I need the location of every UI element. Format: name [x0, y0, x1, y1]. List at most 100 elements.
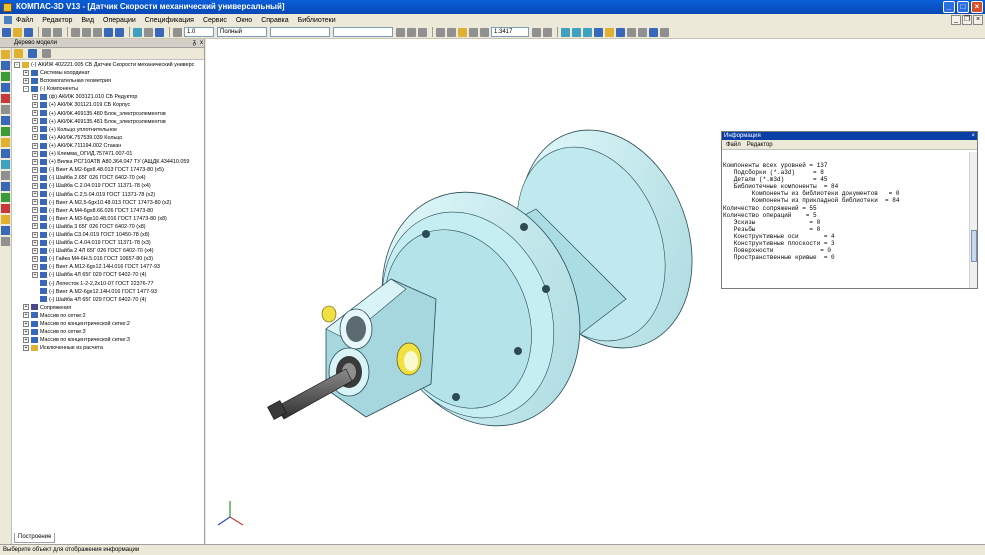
manager-icon[interactable] — [133, 27, 142, 37]
expand-icon[interactable]: + — [32, 182, 38, 189]
display-options-icon[interactable] — [638, 27, 647, 37]
collapse-icon[interactable]: - — [14, 61, 20, 68]
tree-item[interactable]: + Исключенные из расчета — [14, 344, 204, 352]
expand-icon[interactable]: + — [32, 207, 38, 214]
diagnostics-icon[interactable] — [1, 204, 10, 213]
redo-icon[interactable] — [115, 27, 124, 37]
zoom-icon[interactable] — [480, 27, 489, 37]
expand-icon[interactable]: + — [32, 150, 38, 157]
tree-filter-icon[interactable] — [42, 49, 51, 58]
expand-icon[interactable]: + — [32, 239, 38, 246]
info-text[interactable]: Компоненты всех уровней = 137 Подсборки … — [723, 152, 969, 288]
tree-mode-icon[interactable] — [14, 49, 23, 58]
tree-item[interactable]: + Массив по концентрической сетке:3 — [14, 336, 204, 344]
tree-item[interactable]: + (ф) АКИЖ 303121.010 СБ Редуктор — [14, 93, 204, 101]
tree-item[interactable]: + (+) АКИЖ.469135.481 Блок_электроэлемент… — [14, 118, 204, 126]
tree-item[interactable]: + Массив по концентрической сетке:2 — [14, 320, 204, 328]
expand-icon[interactable]: + — [32, 255, 38, 262]
collapse-icon[interactable]: - — [23, 85, 29, 92]
surfaces-icon[interactable] — [1, 105, 10, 114]
parts-icon[interactable] — [1, 83, 10, 92]
sheet-metal-icon[interactable] — [1, 237, 10, 246]
tree-item[interactable]: + (+) АКИЖ.469135.480 Блок_электроэлемент… — [14, 110, 204, 118]
measure-icon[interactable] — [447, 27, 456, 37]
copy-icon[interactable] — [82, 27, 91, 37]
expand-icon[interactable]: + — [32, 215, 38, 222]
ortho-icon[interactable] — [418, 27, 427, 37]
measure-tool-icon[interactable] — [1, 138, 10, 147]
maximize-button[interactable]: □ — [957, 1, 969, 13]
section-icon[interactable] — [627, 27, 636, 37]
tree-item[interactable]: + (-) Винт А.М12-6gx12.14Н.016 ГОСТ 1477-… — [14, 263, 204, 271]
edit-assembly-icon[interactable] — [1, 50, 10, 59]
shaded-edges-icon[interactable] — [605, 27, 614, 37]
expand-icon[interactable]: + — [23, 77, 29, 84]
expand-icon[interactable]: + — [23, 320, 29, 327]
menu-file[interactable]: Файл — [16, 17, 33, 24]
shaded-icon[interactable] — [594, 27, 603, 37]
doc-restore-button[interactable]: ❐ — [962, 15, 972, 25]
tree-item[interactable]: + (-) Винт А.М4-6gx8.66.026 ГОСТ 17473-80 — [14, 207, 204, 215]
expand-icon[interactable]: + — [32, 142, 38, 149]
panel-close-button[interactable]: x — [200, 39, 203, 48]
menu-operations[interactable]: Операции — [103, 17, 136, 24]
expand-icon[interactable]: + — [32, 191, 38, 198]
zoom-window-icon[interactable] — [469, 27, 478, 37]
expand-icon[interactable]: + — [23, 344, 29, 351]
expand-icon[interactable]: + — [23, 312, 29, 319]
tree-item[interactable]: + (-) Шайба С.2.04.019 ГОСТ 11371-78 (х4) — [14, 182, 204, 190]
tree-item[interactable]: (-) Винт А.М2-6gx12.14Н.016 ГОСТ 1477-93 — [14, 288, 204, 296]
highlight-icon[interactable] — [458, 27, 467, 37]
tree-item[interactable]: + (+) Вилка РСГ10АТВ А80.364.047 ТУ (АЩДК… — [14, 158, 204, 166]
tree-item[interactable]: + (-) Шайба С.2,5.04.019 ГОСТ 11371-78 (х… — [14, 191, 204, 199]
tree-item[interactable]: + (-) Шайба С3.04.019 ГОСТ 10450-78 (х8) — [14, 231, 204, 239]
tree-structure-icon[interactable] — [28, 49, 37, 58]
menu-libraries[interactable]: Библиотеки — [298, 17, 336, 24]
expand-icon[interactable]: + — [32, 158, 38, 165]
tree-item[interactable]: + (-) Винт А.М2-6gx8.48.013 ГОСТ 17473-80… — [14, 166, 204, 174]
color-icon[interactable] — [649, 27, 658, 37]
scroll-thumb[interactable] — [971, 230, 977, 262]
annotation-icon[interactable] — [1, 182, 10, 191]
new-icon[interactable] — [2, 27, 11, 37]
front-housing[interactable] — [325, 278, 437, 418]
doc-close-button[interactable]: × — [973, 15, 983, 25]
info-close-button[interactable]: × — [971, 132, 975, 140]
tree-item[interactable]: + (-) Шайба 4Л 65Г 029 ГОСТ 6402-70 (4) — [14, 271, 204, 279]
expand-icon[interactable]: + — [32, 272, 38, 279]
pin-icon[interactable]: ᵹ — [193, 39, 196, 48]
info-window[interactable]: Информация × Файл Редактор Компоненты вс… — [721, 131, 978, 289]
tree-item[interactable]: + Вспомогательная геометрия — [14, 77, 204, 85]
tree-item[interactable]: + (+) Клемма_ОГИД.757471.007-01 — [14, 150, 204, 158]
snap-icon[interactable] — [407, 27, 416, 37]
expand-icon[interactable]: + — [32, 118, 38, 125]
doc-minimize-button[interactable]: _ — [951, 15, 961, 25]
tree-item[interactable]: (-) Лепесток 1-2-2,2х10-07 ГОСТ 22376-77 — [14, 280, 204, 288]
minimize-button[interactable]: _ — [943, 1, 955, 13]
menu-window[interactable]: Окно — [236, 17, 252, 24]
paste-icon[interactable] — [93, 27, 102, 37]
print-icon[interactable] — [42, 27, 51, 37]
selection-icon[interactable] — [1, 149, 10, 158]
expand-icon[interactable]: + — [32, 199, 38, 206]
specification-icon[interactable] — [1, 160, 10, 169]
close-button[interactable]: × — [971, 1, 983, 13]
tree-item[interactable]: - (-) АКИЖ 402221.005 СБ Датчик Скорости … — [14, 61, 204, 69]
help-icon[interactable] — [155, 27, 164, 37]
color-combo[interactable] — [333, 27, 393, 37]
expand-icon[interactable]: + — [32, 93, 38, 100]
tree-item[interactable]: + (-) Винт А.М2,5-6gx10.48.013 ГОСТ 17473… — [14, 199, 204, 207]
wireframe-icon[interactable] — [572, 27, 581, 37]
layer-combo[interactable] — [270, 27, 330, 37]
tolerance-icon[interactable] — [1, 215, 10, 224]
info-menu-editor[interactable]: Редактор — [747, 140, 773, 149]
expand-icon[interactable]: + — [23, 304, 29, 311]
geometry-icon[interactable] — [1, 61, 10, 70]
cut-icon[interactable] — [71, 27, 80, 37]
model-view[interactable] — [206, 39, 985, 544]
expand-icon[interactable]: + — [32, 102, 38, 109]
tree-item[interactable]: + (-) Шайба С.4.04.019 ГОСТ 11371-78 (х3) — [14, 239, 204, 247]
undo-icon[interactable] — [104, 27, 113, 37]
expand-icon[interactable]: + — [32, 247, 38, 254]
expand-icon[interactable]: + — [32, 231, 38, 238]
